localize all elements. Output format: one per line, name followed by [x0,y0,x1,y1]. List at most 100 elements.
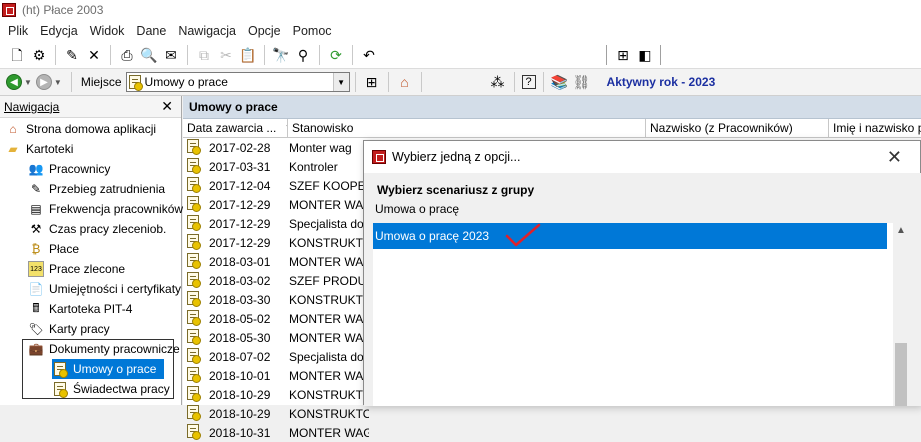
tree-view-icon[interactable]: ⊞ [614,46,632,64]
chevron-down-icon[interactable]: ▼ [54,78,62,87]
column-header-stanowisko[interactable]: Stanowisko [288,119,646,137]
column-header-nazwisko[interactable]: Nazwisko (z Pracowników) [646,119,829,137]
undo-icon[interactable]: ↶ [360,46,378,64]
nav-item-karty-pracy[interactable]: 🏷 Karty pracy [28,319,109,339]
menu-opcje[interactable]: Opcje [242,24,287,38]
document-icon [187,367,201,383]
document-icon [187,272,201,288]
dialog-title: Wybierz jedną z opcji... [392,150,521,164]
active-year: Aktywny rok - 2023 [606,75,716,89]
print-icon[interactable]: ⎙ [118,46,136,64]
nav-item-label: Przebieg zatrudnienia [49,182,166,196]
nav-item-swiadectwa[interactable]: Świadectwa pracy [52,379,170,399]
home-icon[interactable]: ⌂ [396,73,414,91]
nav-item-umiejetnosci[interactable]: 📄 Umiejętności i certyfikaty [28,279,182,299]
document-icon [187,386,201,402]
nav-item-label: Czas pracy zleceniob. [49,222,167,236]
document-icon [128,75,143,91]
nav-item-label: Prace zlecone [49,262,126,276]
document-icon [52,381,68,398]
nav-item-place[interactable]: ₿ Płace [28,239,79,259]
table-row[interactable]: 2018-10-31 MONTER WAG [183,423,921,442]
tools-icon: ⚒ [30,222,42,236]
document-icon [187,348,201,364]
refresh-icon[interactable]: ⟳ [327,46,345,64]
panel-toggle-icon[interactable]: ◧ [636,46,654,64]
briefcase-icon: 💼 [28,342,44,356]
nav-item-kartoteki[interactable]: ▰ Kartoteki [5,139,73,159]
menu-widok[interactable]: Widok [84,24,131,38]
nav-item-frekwencja[interactable]: ▤ Frekwencja pracowników [28,199,183,219]
nav-item-label: Umowy o prace [73,362,157,376]
document-icon [187,310,201,326]
document-icon [187,177,201,193]
copy-icon[interactable]: ⧉ [195,46,213,64]
nav-item-dokumenty[interactable]: 💼 Dokumenty pracownicze [28,339,180,359]
close-icon[interactable]: ✕ [161,98,173,115]
nav-item-label: Kartoteki [26,142,74,156]
link-icon[interactable]: ⛓ [573,73,591,91]
scenario-option-selected[interactable]: Umowa o pracę 2023 [373,223,887,249]
pen-icon: ✎ [30,182,42,196]
tree-view-icon[interactable]: ⊞ [363,73,381,91]
menu-nawigacja[interactable]: Nawigacja [172,24,242,38]
location-label: Miejsce [80,75,122,89]
properties-icon[interactable]: ⚙ [30,46,48,64]
books-icon[interactable]: 📚 [551,73,569,91]
nav-item-czas-pracy[interactable]: ⚒ Czas pracy zleceniob. [28,219,167,239]
toolbar-separator [352,45,353,65]
help-icon[interactable]: ? [521,75,536,89]
nav-item-pracownicy[interactable]: 👥 Pracownicy [28,159,111,179]
navigation-title: Nawigacja [4,99,60,114]
location-combo[interactable]: Umowy o prace ▼ [125,72,350,92]
nav-item-label: Płace [49,242,80,256]
new-document-icon[interactable]: 🗋 [8,46,26,64]
scroll-up-icon[interactable]: ▲ [893,225,909,236]
nav-item-umowy[interactable]: Umowy o prace [52,359,165,379]
chevron-down-icon[interactable]: ▼ [24,78,32,87]
nav-item-label: Umiejętności i certyfikaty [49,282,182,296]
app-icon [2,3,16,17]
menu-edycja[interactable]: Edycja [34,24,84,38]
menu-plik[interactable]: Plik [2,24,34,38]
find-next-icon[interactable]: ⚲ [294,46,312,64]
toolbar-separator [387,72,389,92]
dialog-heading: Wybierz scenariusz z grupy [377,183,535,197]
menu-dane[interactable]: Dane [130,24,172,38]
menu-pomoc[interactable]: Pomoc [287,24,338,38]
folder-icon: ▰ [8,142,18,156]
back-icon[interactable]: ◀ [6,74,22,90]
nav-item-label: Dokumenty pracownicze [49,342,180,356]
print-preview-icon[interactable]: 🔍 [140,46,158,64]
close-icon[interactable]: ✕ [887,147,902,168]
number-badge-icon: 123 [28,261,44,277]
tag-icon: 🏷 [28,322,44,336]
title-bar: (ht) Płace 2003 [0,0,921,20]
nav-item-home[interactable]: ⌂ Strona domowa aplikacji [5,119,156,139]
nav-item-pit4[interactable]: 🖩 Kartoteka PIT-4 [28,299,132,319]
checkmark-icon [505,223,541,247]
app-icon [372,150,386,164]
nav-item-label: Strona domowa aplikacji [26,122,157,136]
column-header-imie[interactable]: Imię i nazwisko pra [829,119,921,137]
document-icon [187,291,201,307]
location-value: Umowy o prace [144,75,228,89]
nav-item-przebieg[interactable]: ✎ Przebieg zatrudnienia [28,179,165,199]
find-icon[interactable]: 🔭 [272,46,290,64]
column-header-data[interactable]: Data zawarcia ...▽ [183,119,288,137]
filter-icon[interactable]: ⁂ [489,73,507,91]
table-row[interactable]: 2018-10-29 KONSTRUKTO [183,404,921,423]
delete-icon[interactable]: ✕ [85,46,103,64]
nav-item-prace-zlecone[interactable]: 123 Prace zlecone [28,259,125,279]
scrollbar-thumb[interactable] [895,343,907,406]
chevron-down-icon[interactable]: ▼ [332,73,349,91]
email-icon[interactable]: ✉ [162,46,180,64]
toolbar-separator [264,45,265,65]
navigation-toolbar: ◀ ▼ ▶ ▼ Miejsce Umowy o prace ▼ ⊞ ⌂ ⁂ ? … [0,69,921,96]
cut-icon[interactable]: ✂ [217,46,235,64]
scrollbar[interactable]: ▲ [893,223,909,406]
money-icon: ₿ [31,242,41,256]
edit-icon[interactable]: ✎ [63,46,81,64]
paste-icon[interactable]: 📋 [239,46,257,64]
forward-icon[interactable]: ▶ [35,74,52,90]
